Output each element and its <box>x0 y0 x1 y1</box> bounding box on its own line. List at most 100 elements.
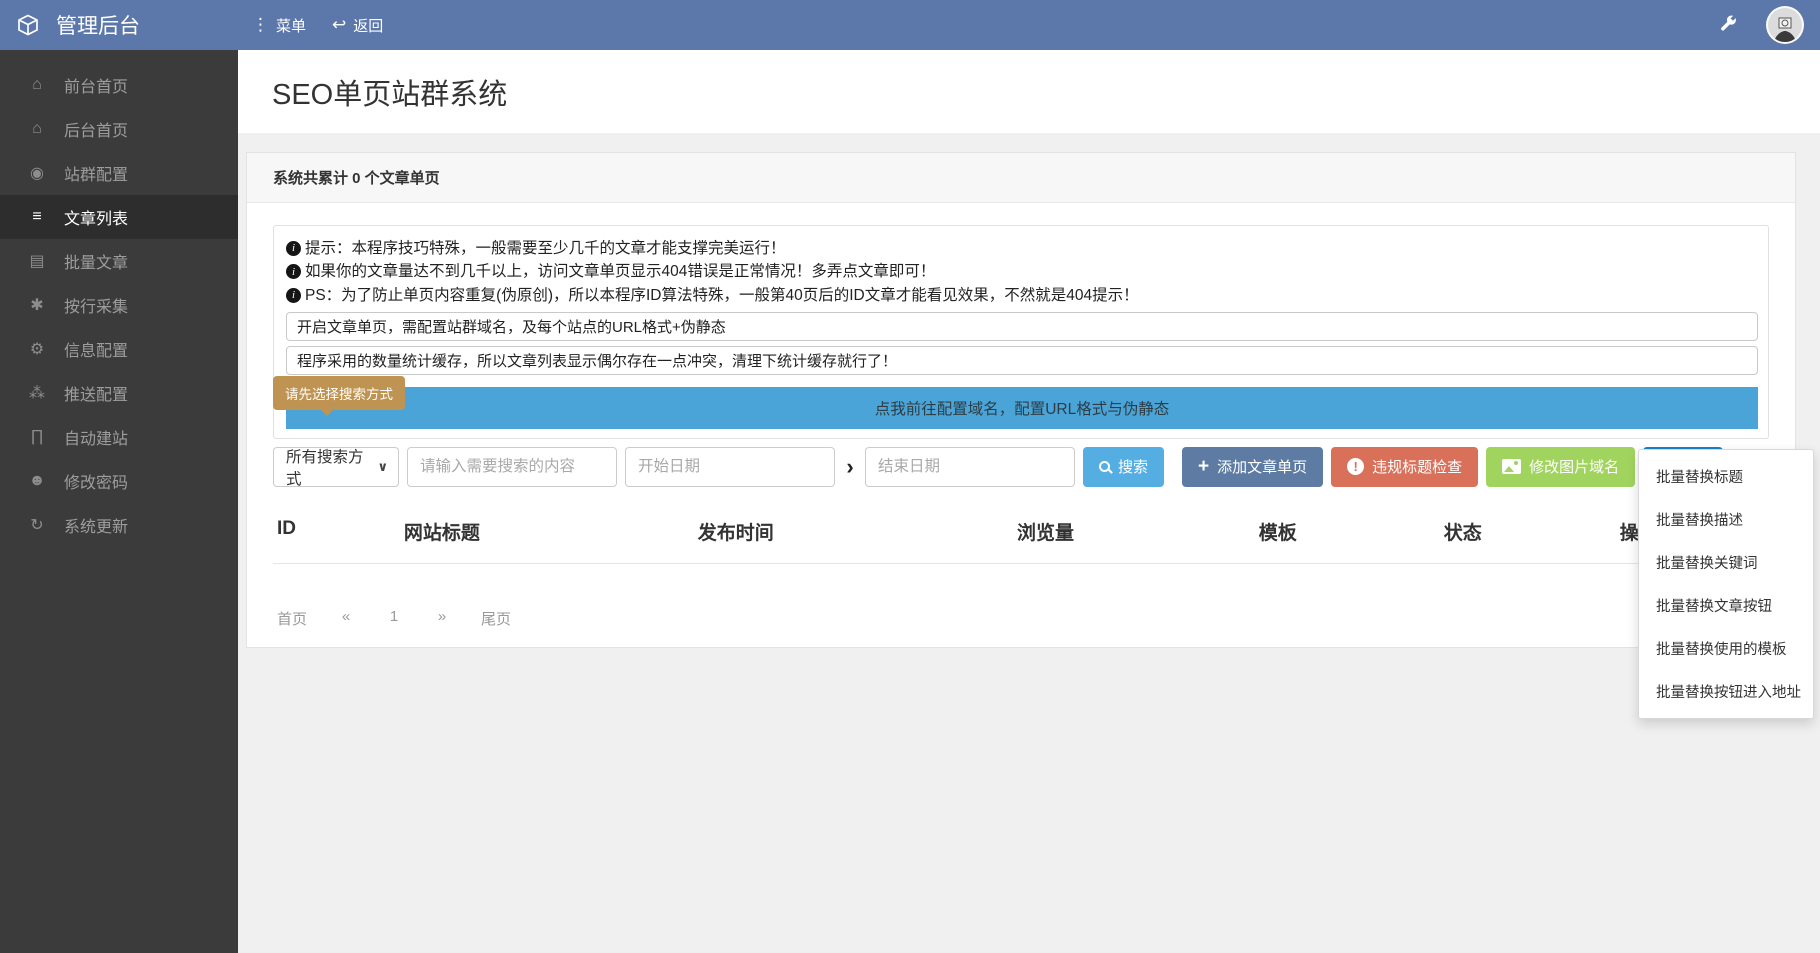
refresh-icon: ↻ <box>26 515 48 535</box>
tip-text: 如果你的文章量达不到几千以上，访问文章单页显示404错误是正常情况！多弄点文章即… <box>305 260 935 283</box>
title-check-button[interactable]: ! 违规标题检查 <box>1331 447 1478 487</box>
sidebar-item-label: 推送配置 <box>64 381 128 405</box>
list-icon: ≡ <box>26 208 48 226</box>
sidebar-item-label: 按行采集 <box>64 293 128 317</box>
page-link[interactable]: 尾页 <box>481 608 511 629</box>
search-mode-select[interactable]: 所有搜索方式 ∨ <box>273 447 399 487</box>
sidebar-item[interactable]: ⚙ 信息配置 <box>0 327 238 371</box>
sidebar-item-label: 修改密码 <box>64 469 128 493</box>
add-article-label: 添加文章单页 <box>1217 456 1307 477</box>
table-header-cell: 发布时间 <box>698 518 1017 545</box>
book-icon: ▤ <box>26 251 48 271</box>
sidebar-item[interactable]: ⌂ 后台首页 <box>0 107 238 151</box>
image-icon <box>1502 459 1521 474</box>
brand[interactable]: 管理后台 <box>0 10 238 40</box>
start-date-input[interactable] <box>625 447 835 487</box>
dropdown-menu-item[interactable]: 批量替换关键词 <box>1639 541 1813 584</box>
home-icon: ⌂ <box>26 76 48 94</box>
wrench-icon[interactable] <box>1718 15 1738 35</box>
tips-list: i 提示：本程序技巧特殊，一般需要至少几千的文章才能支撑完美运行！ i 如果你的… <box>286 237 1758 307</box>
end-date-input[interactable] <box>865 447 1075 487</box>
note-box: 开启文章单页，需配置站群域名，及每个站点的URL格式+伪静态 <box>286 312 1758 341</box>
table-header-row: ID 网站标题 发布时间 浏览量 模板 状态 操作 <box>273 503 1769 564</box>
bank-icon: ∏ <box>26 428 48 446</box>
sidebar-item[interactable]: ◉ 站群配置 <box>0 151 238 195</box>
search-button[interactable]: 搜索 <box>1083 447 1164 487</box>
exclamation-icon: ! <box>1347 458 1364 475</box>
page-link[interactable]: 首页 <box>277 608 307 629</box>
page-link[interactable]: 1 <box>385 608 403 629</box>
sidebar-item[interactable]: ↻ 系统更新 <box>0 503 238 547</box>
search-mode-tooltip: 请先选择搜索方式 <box>273 376 405 410</box>
sidebar-item[interactable]: ≡ 文章列表 <box>0 195 238 239</box>
title-strip: SEO单页站群系统 <box>238 50 1820 133</box>
table-header-cell: 模板 <box>1259 518 1444 545</box>
tip-line: i 如果你的文章量达不到几千以上，访问文章单页显示404错误是正常情况！多弄点文… <box>286 260 1758 283</box>
dropdown-menu-item[interactable]: 批量替换标题 <box>1639 455 1813 498</box>
sidebar-item-label: 后台首页 <box>64 117 128 141</box>
chrome-icon: ◉ <box>26 163 48 183</box>
brand-label: 管理后台 <box>56 10 140 40</box>
info-icon: i <box>286 264 301 279</box>
back-link[interactable]: ↩ 返回 <box>332 15 383 36</box>
search-mode-value: 所有搜索方式 <box>286 445 377 489</box>
table-header-cell: ID <box>277 518 404 545</box>
topbar-right <box>1718 6 1820 44</box>
image-domain-button[interactable]: 修改图片域名 <box>1486 447 1635 487</box>
back-label: 返回 <box>353 15 383 36</box>
info-icon: i <box>286 241 301 256</box>
notes-list: 开启文章单页，需配置站群域名，及每个站点的URL格式+伪静态 程序采用的数量统计… <box>286 312 1758 375</box>
tip-text: 提示：本程序技巧特殊，一般需要至少几千的文章才能支撑完美运行！ <box>305 237 786 260</box>
page-link[interactable]: « <box>337 608 355 629</box>
sidebar-item-label: 前台首页 <box>64 73 128 97</box>
dropdown-menu-item[interactable]: 批量替换文章按钮 <box>1639 584 1813 627</box>
menu-toggle[interactable]: ⋮ 菜单 <box>252 15 306 36</box>
page-title: SEO单页站群系统 <box>272 71 507 113</box>
sidebar-item-label: 批量文章 <box>64 249 128 273</box>
tip-line: i 提示：本程序技巧特殊，一般需要至少几千的文章才能支撑完美运行！ <box>286 237 1758 260</box>
chevron-down-icon: ∨ <box>377 459 388 475</box>
paw-icon: ⁂ <box>26 383 48 403</box>
menu-label: 菜单 <box>276 15 306 36</box>
sidebar-item-label: 文章列表 <box>64 205 128 229</box>
table-header-cell: 网站标题 <box>404 518 698 545</box>
tip-line: i PS：为了防止单页内容重复(伪原创)，所以本程序ID算法特殊，一般第40页后… <box>286 284 1758 307</box>
sidebar-item[interactable]: ▤ 批量文章 <box>0 239 238 283</box>
articles-panel: 系统共累计 0 个文章单页 i 提示：本程序技巧特殊，一般需要至少几千的文章才能… <box>246 152 1796 648</box>
configure-domain-banner[interactable]: 点我前往配置域名，配置URL格式与伪静态 <box>286 387 1758 429</box>
asterisk-icon: ✱ <box>26 295 48 315</box>
gear-icon: ⚙ <box>26 339 48 359</box>
add-article-button[interactable]: + 添加文章单页 <box>1182 447 1323 487</box>
topbar: 管理后台 ⋮ 菜单 ↩ 返回 <box>0 0 1820 50</box>
sidebar-item[interactable]: ☻ 修改密码 <box>0 459 238 503</box>
chevron-right-icon: › <box>835 454 865 480</box>
sidebar-item[interactable]: ⁂ 推送配置 <box>0 371 238 415</box>
sidebar-item-label: 信息配置 <box>64 337 128 361</box>
avatar[interactable] <box>1766 6 1804 44</box>
sidebar-item[interactable]: ∏ 自动建站 <box>0 415 238 459</box>
pagination: 首页 « 1 » 尾页 <box>273 608 1769 629</box>
panel-header: 系统共累计 0 个文章单页 <box>247 153 1795 203</box>
user-icon: ☻ <box>26 472 48 490</box>
search-toolbar: 所有搜索方式 ∨ › 搜索 + 添加文章单页 ! 违规标题检查 <box>273 447 1769 487</box>
dropdown-menu-item[interactable]: 批量替换描述 <box>1639 498 1813 541</box>
tip-text: PS：为了防止单页内容重复(伪原创)，所以本程序ID算法特殊，一般第40页后的I… <box>305 284 1139 307</box>
note-box: 程序采用的数量统计缓存，所以文章列表显示偶尔存在一点冲突，清理下统计缓存就行了！ <box>286 346 1758 375</box>
cube-logo-icon <box>16 13 40 37</box>
dropdown-menu-item[interactable]: 批量替换按钮进入地址 <box>1639 670 1813 713</box>
sidebar-item-label: 系统更新 <box>64 513 128 537</box>
dropdown-menu-item[interactable]: 批量替换使用的模板 <box>1639 627 1813 670</box>
sidebar-item[interactable]: ✱ 按行采集 <box>0 283 238 327</box>
image-domain-label: 修改图片域名 <box>1529 456 1619 477</box>
plus-icon: + <box>1198 457 1209 476</box>
page-link[interactable]: » <box>433 608 451 629</box>
sidebar-item[interactable]: ⌂ 前台首页 <box>0 63 238 107</box>
avatar-image <box>1770 12 1800 42</box>
search-keyword-input[interactable] <box>407 447 617 487</box>
vertical-dots-icon: ⋮ <box>252 15 269 35</box>
topnav: ⋮ 菜单 ↩ 返回 <box>238 15 383 36</box>
main-content: SEO单页站群系统 系统共累计 0 个文章单页 i 提示：本程序技巧特殊，一般需… <box>238 50 1820 953</box>
search-icon <box>1099 461 1110 472</box>
tips-well: i 提示：本程序技巧特殊，一般需要至少几千的文章才能支撑完美运行！ i 如果你的… <box>273 225 1769 439</box>
sidebar-item-label: 站群配置 <box>64 161 128 185</box>
